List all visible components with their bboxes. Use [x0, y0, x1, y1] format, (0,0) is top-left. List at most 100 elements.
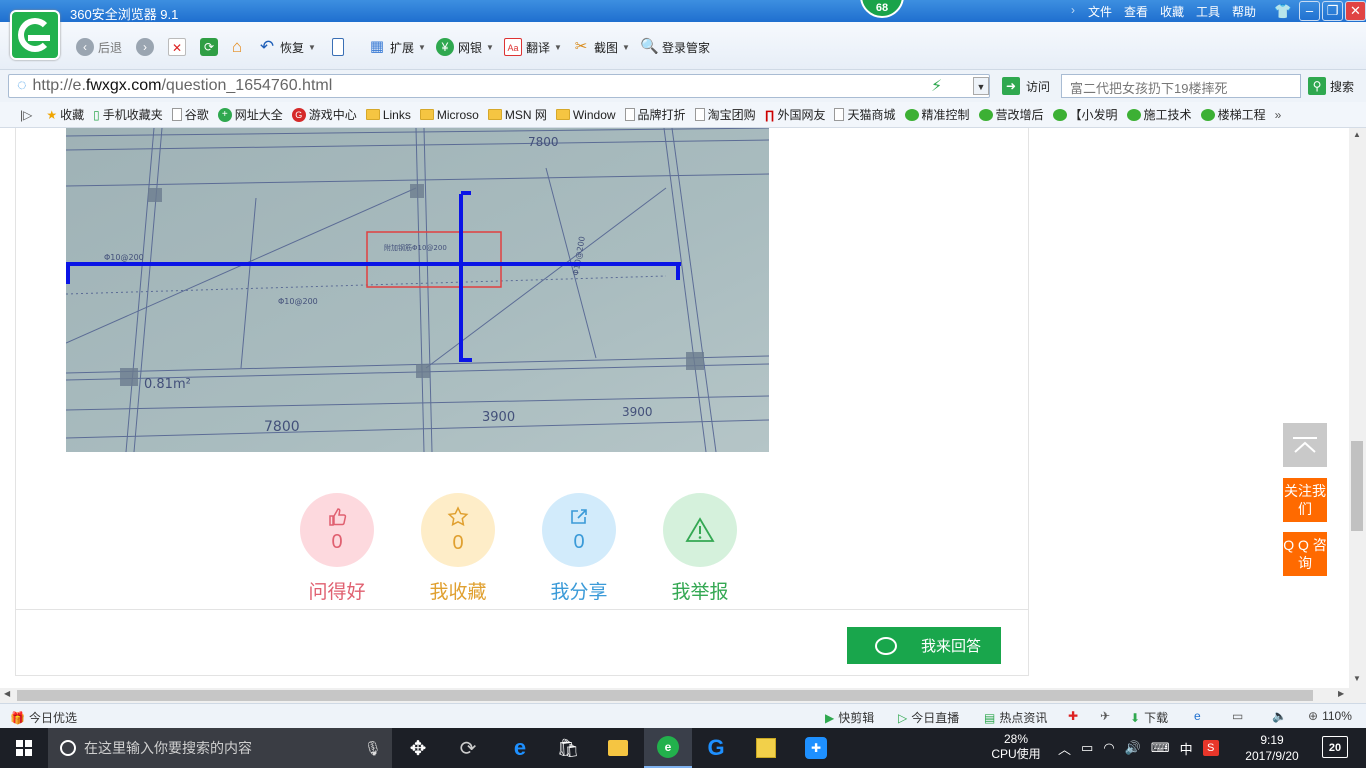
- bookmark-links[interactable]: Links: [365, 108, 411, 122]
- bookmark-taobao[interactable]: 淘宝团购: [694, 106, 756, 123]
- restore-button[interactable]: ↶ 恢复 ▼: [258, 36, 316, 58]
- home-button[interactable]: ⌂: [228, 36, 246, 58]
- vertical-scrollbar[interactable]: ▲ ▼: [1349, 128, 1366, 688]
- maximize-button[interactable]: ❐: [1322, 1, 1343, 21]
- menu-favorites[interactable]: 收藏: [1154, 3, 1190, 20]
- qq-consult-button[interactable]: Q Q 咨询: [1283, 532, 1327, 576]
- back-to-top-button[interactable]: [1283, 423, 1327, 467]
- bookmark-construction-tech[interactable]: 施工技术: [1126, 106, 1192, 123]
- mobile-button[interactable]: [332, 36, 344, 58]
- refresh-button[interactable]: ⟳: [200, 36, 218, 58]
- battery-icon[interactable]: ▭: [1081, 740, 1093, 756]
- notes-app[interactable]: [742, 728, 790, 768]
- notification-center-button[interactable]: 20: [1322, 736, 1348, 758]
- url-dropdown-icon[interactable]: ▼: [973, 77, 989, 95]
- bookmark-stair-engineering[interactable]: 楼梯工程: [1200, 106, 1266, 123]
- back-button[interactable]: ‹ 后退: [76, 36, 122, 58]
- store-app[interactable]: 🛍: [544, 728, 592, 768]
- bookmark-microsoft[interactable]: Microso: [419, 108, 479, 122]
- bookmark-vat-reform[interactable]: 营改增后: [978, 106, 1044, 123]
- volume-icon[interactable]: 🔈: [1272, 709, 1287, 723]
- cpu-usage[interactable]: 28% CPU使用: [990, 732, 1042, 762]
- menu-file[interactable]: 文件: [1082, 3, 1118, 20]
- skin-shirt-icon[interactable]: 👕: [1274, 3, 1291, 20]
- favorite-circle[interactable]: 0: [421, 493, 495, 567]
- download-app[interactable]: ✚: [792, 728, 840, 768]
- ime-indicator[interactable]: 中: [1180, 739, 1193, 758]
- edge-app[interactable]: e: [496, 728, 544, 768]
- news-button[interactable]: ▤ 热点资讯: [984, 709, 1047, 726]
- taskbar-search-input[interactable]: 在这里输入你要搜索的内容 🎙: [48, 728, 392, 768]
- menu-tools[interactable]: 工具: [1190, 3, 1226, 20]
- bookmark-games[interactable]: G 游戏中心: [291, 106, 357, 123]
- bookmark-foreign-netizens[interactable]: ∏ 外国网友: [765, 106, 826, 123]
- zoom-control[interactable]: ⊕ 110%: [1308, 709, 1352, 723]
- login-manager-button[interactable]: 🔍 登录管家: [640, 36, 710, 58]
- good-question-action[interactable]: 0 问得好: [297, 493, 377, 604]
- clock[interactable]: 9:19 2017/9/20: [1243, 732, 1301, 764]
- bookmark-windows[interactable]: Window: [555, 108, 616, 122]
- bookmark-google[interactable]: 谷歌: [171, 106, 209, 123]
- report-action[interactable]: 我举报: [660, 493, 740, 604]
- bookmark-msn[interactable]: MSN 网: [487, 106, 547, 123]
- task-view-app[interactable]: ✥: [394, 728, 442, 768]
- url-input[interactable]: ◌ http://e. fwxgx.com/question_1654760.ht…: [8, 74, 990, 98]
- scroll-down-icon[interactable]: ▼: [1353, 674, 1361, 683]
- horizontal-scroll-thumb[interactable]: [17, 690, 1313, 701]
- report-circle[interactable]: [663, 493, 737, 567]
- show-hidden-icons[interactable]: ︿: [1058, 739, 1071, 758]
- bookmark-brand-discount[interactable]: 品牌打折: [624, 106, 686, 123]
- keyboard-icon[interactable]: ⌨: [1151, 740, 1170, 756]
- minimize-button[interactable]: –: [1299, 1, 1320, 21]
- microphone-icon[interactable]: 🎙: [364, 740, 382, 757]
- file-explorer-app[interactable]: [594, 728, 642, 768]
- answer-button[interactable]: 我来回答: [847, 627, 1001, 664]
- download-button[interactable]: ⬇ 下载: [1130, 709, 1168, 726]
- favorite-action[interactable]: 0 我收藏: [418, 493, 498, 604]
- share-action[interactable]: 0 我分享: [539, 493, 619, 604]
- forward-button[interactable]: ›: [136, 36, 154, 58]
- close-button[interactable]: ✕: [1345, 1, 1366, 21]
- good-question-circle[interactable]: 0: [300, 493, 374, 567]
- speaker-icon[interactable]: 🔊: [1125, 740, 1141, 756]
- horizontal-scrollbar[interactable]: ◀ ▶: [0, 688, 1366, 703]
- today-pick-button[interactable]: 🎁 今日优选: [10, 709, 77, 726]
- sidebar-toggle-icon[interactable]: |▷: [20, 108, 32, 122]
- bank-button[interactable]: ¥ 网银 ▼: [436, 36, 494, 58]
- vertical-scroll-thumb[interactable]: [1351, 441, 1363, 531]
- menu-help[interactable]: 帮助: [1226, 3, 1262, 20]
- security-score-badge[interactable]: 68: [860, 0, 904, 18]
- bookmark-favorites[interactable]: ★ 收藏: [46, 106, 84, 123]
- g-app[interactable]: G: [692, 728, 740, 768]
- scroll-left-icon[interactable]: ◀: [4, 689, 10, 698]
- live-button[interactable]: ▷ 今日直播: [898, 709, 959, 726]
- window-icon[interactable]: ▭: [1232, 709, 1243, 723]
- sogou-ime-icon[interactable]: S: [1202, 740, 1219, 756]
- wifi-icon[interactable]: ◠: [1103, 740, 1114, 756]
- health-icon[interactable]: ✚: [1068, 709, 1078, 723]
- start-button[interactable]: [0, 728, 48, 768]
- more-bookmarks-icon[interactable]: »: [1275, 108, 1282, 122]
- bookmark-invention[interactable]: 【小发明: [1052, 106, 1118, 123]
- ie-icon[interactable]: e: [1194, 709, 1201, 723]
- screenshot-button[interactable]: ✂ 截图 ▼: [572, 36, 630, 58]
- extend-button[interactable]: ▦ 扩展 ▼: [368, 36, 426, 58]
- stop-button[interactable]: ✕: [168, 36, 186, 58]
- bookmark-precise-control[interactable]: 精准控制: [904, 106, 970, 123]
- bookmark-hao[interactable]: + 网址大全: [217, 106, 283, 123]
- visit-button[interactable]: ➜ 访问: [1002, 77, 1050, 95]
- follow-us-button[interactable]: 关注我们: [1283, 478, 1327, 522]
- share-circle[interactable]: 0: [542, 493, 616, 567]
- structural-drawing-photo[interactable]: 7800 7800 3900 3900 0.81m² Φ10@200 Φ10@2…: [66, 128, 769, 452]
- pin-icon[interactable]: ✈: [1100, 709, 1110, 723]
- 360-browser-app[interactable]: e: [644, 728, 692, 768]
- translate-button[interactable]: Aa 翻译 ▼: [504, 36, 562, 58]
- browser-app-spiral[interactable]: ⟳: [444, 728, 492, 768]
- scroll-right-icon[interactable]: ▶: [1338, 689, 1344, 698]
- scroll-up-icon[interactable]: ▲: [1353, 130, 1361, 139]
- bookmark-mobile[interactable]: ▯ 手机收藏夹: [93, 106, 163, 123]
- quick-clip-button[interactable]: ▶ 快剪辑: [825, 709, 874, 726]
- search-input[interactable]: 富二代把女孩扔下19楼摔死: [1061, 74, 1301, 98]
- speed-icon[interactable]: ⚡: [931, 76, 942, 96]
- menu-view[interactable]: 查看: [1118, 3, 1154, 20]
